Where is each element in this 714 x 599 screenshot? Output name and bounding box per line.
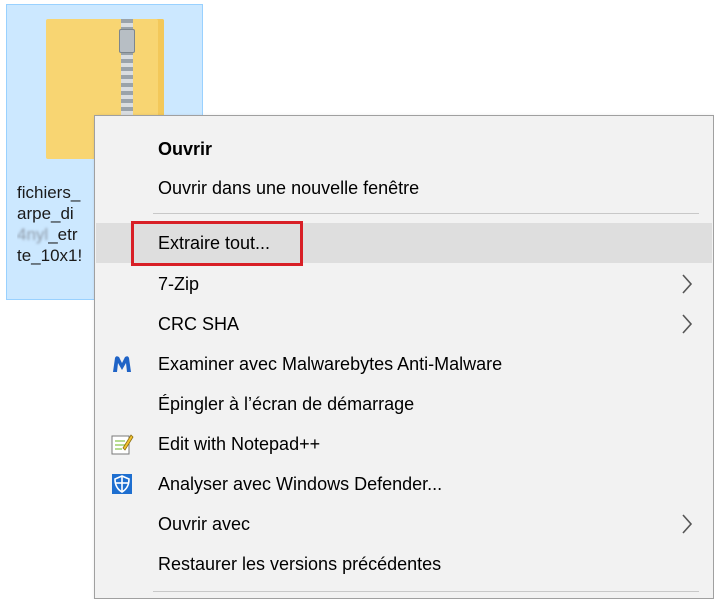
menu-item-restore-previous-versions[interactable]: Restaurer les versions précédentes (96, 544, 712, 584)
menu-item-label: Extraire tout... (158, 232, 271, 253)
menu-separator (153, 213, 699, 214)
menu-item-open[interactable]: Ouvrir (96, 129, 712, 169)
menu-item-label: 7-Zip (158, 273, 200, 294)
menu-item-label: Ouvrir (158, 138, 213, 159)
zipper-pull-graphic (119, 29, 135, 53)
file-name-line-4: te_10x1! (17, 246, 83, 265)
file-name-label: fichiers_ arpe_di 4nyl_etr te_10x1! (17, 182, 102, 266)
menu-item-windows-defender[interactable]: Analyser avec Windows Defender... (96, 464, 712, 504)
menu-item-malwarebytes[interactable]: Examiner avec Malwarebytes Anti-Malware (96, 344, 712, 384)
menu-item-crc-sha[interactable]: CRC SHA (96, 304, 712, 344)
menu-item-7zip[interactable]: 7-Zip (96, 264, 712, 304)
menu-item-label: Épingler à l’écran de démarrage (158, 393, 415, 414)
menu-item-label: Restaurer les versions précédentes (158, 553, 442, 574)
context-menu: Ouvrir Ouvrir dans une nouvelle fenêtre … (94, 115, 714, 599)
file-name-line-1: fichiers_ (17, 183, 81, 202)
windows-defender-icon (112, 474, 132, 494)
desktop: fichiers_ arpe_di 4nyl_etr te_10x1! Ouvr… (0, 0, 714, 599)
menu-item-label: Analyser avec Windows Defender... (158, 473, 443, 494)
malwarebytes-icon (113, 356, 131, 372)
menu-item-pin-to-start[interactable]: Épingler à l’écran de démarrage (96, 384, 712, 424)
menu-item-label: Edit with Notepad++ (158, 433, 321, 454)
file-name-line-2: arpe_di (17, 204, 74, 223)
menu-item-label: Examiner avec Malwarebytes Anti-Malware (158, 353, 503, 374)
menu-item-open-new-window[interactable]: Ouvrir dans une nouvelle fenêtre (96, 168, 712, 208)
menu-separator (153, 591, 699, 592)
menu-item-extract-all[interactable]: Extraire tout... (96, 223, 712, 263)
menu-item-open-with[interactable]: Ouvrir avec (96, 504, 712, 544)
chevron-right-icon (682, 274, 693, 294)
menu-item-notepad-plus-plus[interactable]: Edit with Notepad++ (96, 424, 712, 464)
chevron-right-icon (682, 514, 693, 534)
menu-item-label: Ouvrir avec (158, 513, 251, 534)
file-name-line-3: 4nyl_etr (17, 225, 78, 244)
notepad-plus-plus-icon (111, 434, 134, 455)
menu-item-label: CRC SHA (158, 313, 240, 334)
chevron-right-icon (682, 314, 693, 334)
menu-item-label: Ouvrir dans une nouvelle fenêtre (158, 177, 420, 198)
